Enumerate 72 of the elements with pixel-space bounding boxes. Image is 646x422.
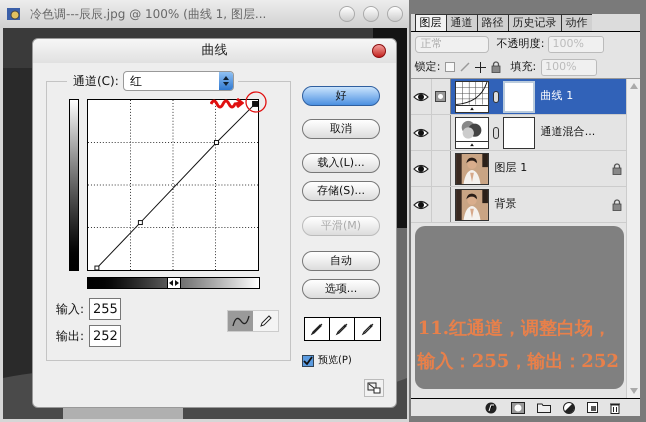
highlight-circle [245, 91, 267, 113]
channel-select[interactable]: 红 [122, 71, 234, 91]
lock-icon [612, 162, 622, 174]
curve-icon [232, 314, 250, 328]
window-title: 冷色调---辰辰.jpg @ 100% (曲线 1, 图层... [30, 6, 268, 23]
mask-mode-icon [435, 91, 446, 102]
link-icon[interactable] [492, 90, 499, 102]
output-field[interactable]: 252 [89, 325, 121, 347]
layer-row[interactable]: 背景 [410, 187, 626, 223]
input-label: 输入: [56, 301, 86, 318]
curves-thumbnail-icon [454, 80, 489, 112]
panel-tab[interactable]: 通道 [446, 14, 477, 31]
layer-row[interactable]: 通道混合... [410, 115, 626, 151]
eyedropper-icon [335, 322, 349, 336]
lock-icon [491, 61, 502, 73]
eyedropper-button[interactable] [330, 318, 355, 340]
layer-style-icon[interactable] [485, 402, 499, 414]
input-field[interactable]: 255 [89, 298, 121, 320]
dialog-button[interactable]: 取消 [302, 119, 380, 139]
new-layer-icon[interactable] [587, 402, 598, 413]
dialog-button[interactable]: 载入(L)... [302, 153, 380, 173]
stepper-icon [218, 72, 233, 90]
dialog-button[interactable]: 好 [302, 86, 380, 106]
panel-tab[interactable]: 历史记录 [508, 14, 561, 31]
panel-tab[interactable]: 图层 [414, 14, 446, 31]
fill-label: 填充: [510, 58, 536, 75]
mask-icon[interactable] [511, 402, 525, 414]
mask-thumbnail[interactable] [502, 116, 535, 148]
curve-graph[interactable] [87, 99, 259, 271]
preview-label: 预览(P) [318, 354, 352, 368]
pencil-tool-button[interactable] [253, 311, 278, 331]
folder-icon[interactable] [537, 402, 551, 413]
layer-name: 通道混合... [540, 124, 596, 140]
curve-tool-button[interactable] [228, 311, 253, 331]
dialog-title: 曲线 [202, 42, 228, 60]
output-label: 输出: [56, 328, 86, 345]
eyedropper-button[interactable] [355, 318, 380, 340]
mixer-thumbnail-icon [454, 116, 489, 148]
eye-icon[interactable] [412, 164, 429, 174]
app-icon [6, 6, 22, 22]
dialog-button[interactable]: 自动 [302, 251, 380, 271]
move-icon[interactable] [475, 62, 486, 72]
adjustment-icon[interactable] [563, 402, 575, 414]
lock-transparency-icon[interactable] [445, 62, 456, 72]
panel-tab[interactable]: 动作 [560, 14, 592, 31]
layer-row[interactable]: 图层 1 [410, 151, 626, 187]
dialog-button[interactable]: 存储(S)... [302, 181, 380, 201]
link-icon[interactable] [492, 126, 499, 138]
layer-row[interactable]: 曲线 1 [410, 79, 626, 115]
eye-icon[interactable] [412, 128, 429, 138]
preview-checkbox[interactable] [302, 354, 314, 366]
eye-icon[interactable] [412, 92, 429, 102]
resize-toggle-icon[interactable] [364, 379, 384, 397]
dialog-button[interactable]: 选项... [302, 279, 380, 299]
eyedropper-icon [360, 322, 374, 336]
annotation-text: 输入：255，输出：252 [418, 350, 620, 374]
layer-name: 图层 1 [494, 160, 528, 176]
eyedropper-button[interactable] [305, 318, 330, 340]
annotation-text: 11.红通道，调整白场， [418, 317, 612, 341]
eye-icon[interactable] [412, 200, 429, 210]
lock-label: 锁定: [414, 58, 440, 75]
trash-icon[interactable] [610, 402, 620, 414]
panel-tab[interactable]: 路径 [476, 14, 508, 31]
layer-name: 曲线 1 [540, 88, 574, 104]
channel-label: 通道(C): [73, 73, 119, 90]
lock-icon [612, 198, 622, 210]
opacity-label: 不透明度: [496, 36, 544, 52]
layer-name: 背景 [494, 196, 518, 212]
pencil-icon [258, 314, 272, 328]
close-button[interactable] [372, 44, 386, 58]
toggle-arrows-icon[interactable] [166, 278, 180, 288]
eyedropper-icon [310, 322, 324, 336]
